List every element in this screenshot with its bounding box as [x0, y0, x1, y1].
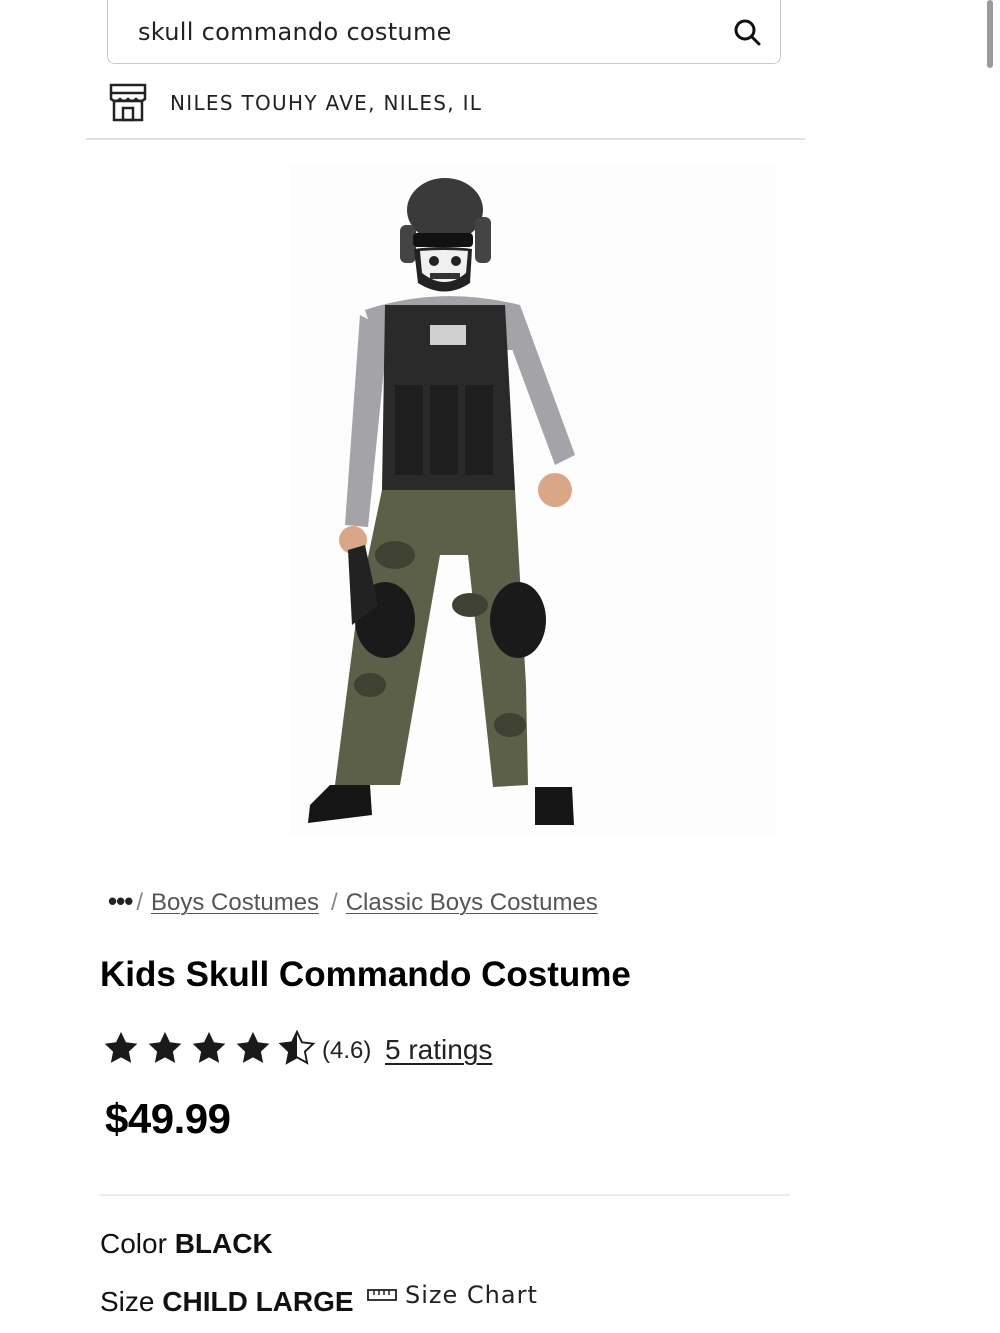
search-input[interactable]: skull commando costume	[138, 18, 452, 46]
size-value: CHILD LARGE	[162, 1286, 354, 1317]
breadcrumb-separator: /	[331, 889, 338, 916]
size-chart-link[interactable]: Size Chart	[367, 1281, 538, 1309]
star-partial-icon	[278, 1029, 316, 1065]
product-price: $49.99	[105, 1095, 231, 1142]
breadcrumb-separator: /	[136, 889, 143, 916]
breadcrumb: ••• / Boys Costumes / Classic Boys Costumes	[108, 886, 598, 917]
star-full-icon	[104, 1031, 138, 1063]
size-option: Size CHILD LARGE	[100, 1286, 354, 1318]
rating-stars[interactable]	[102, 1028, 316, 1068]
size-label: Size	[100, 1286, 155, 1317]
star-full-icon	[192, 1031, 226, 1063]
search-bar[interactable]: skull commando costume	[107, 0, 781, 64]
color-label: Color	[100, 1228, 167, 1259]
product-title: Kids Skull Commando Costume	[100, 955, 631, 994]
search-icon[interactable]	[732, 17, 762, 47]
divider	[100, 1194, 790, 1196]
breadcrumb-boys-costumes[interactable]: Boys Costumes	[151, 889, 319, 916]
scrollbar[interactable]	[987, 0, 993, 68]
rating-value: (4.6)	[322, 1037, 372, 1064]
product-image[interactable]	[290, 165, 775, 835]
size-chart-label[interactable]: Size Chart	[405, 1281, 538, 1309]
color-option: Color BLACK	[100, 1228, 273, 1260]
store-icon	[109, 83, 147, 122]
divider	[86, 138, 805, 140]
color-value: BLACK	[174, 1228, 273, 1259]
ratings-link[interactable]: 5 ratings	[385, 1034, 492, 1066]
ruler-icon	[367, 1289, 397, 1301]
star-full-icon	[236, 1031, 270, 1063]
store-location[interactable]: NILES TOUHY AVE, NILES, IL	[170, 91, 482, 115]
star-full-icon	[148, 1031, 182, 1063]
breadcrumb-more-icon[interactable]: •••	[108, 886, 133, 916]
breadcrumb-classic-boys-costumes[interactable]: Classic Boys Costumes	[346, 889, 598, 916]
